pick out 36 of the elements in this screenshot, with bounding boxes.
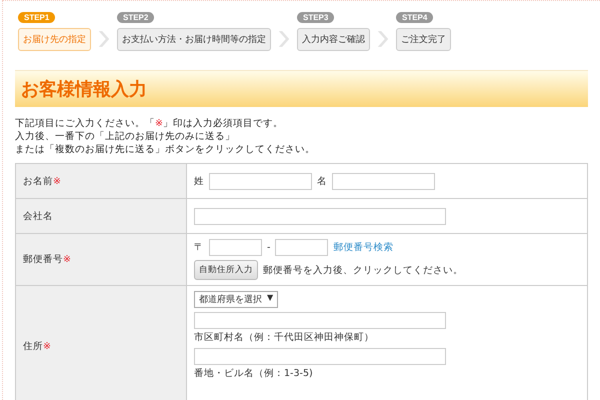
field-label: お名前※ (23, 174, 61, 188)
help-text: 郵便番号を入力後、クリックしてください。 (263, 264, 463, 276)
section-heading: お客様情報入力 (15, 70, 588, 107)
hint-text: 市区町村名（例：千代田区神田神保町） (194, 331, 375, 344)
separator: - (267, 242, 270, 253)
step-label: お支払い方法・お届け時間等の指定 (117, 28, 271, 51)
instruction-text: 入力後、一番下の「上記のお届け先のみに送る」 (15, 130, 236, 143)
instruction-text: 下記項目にご入力ください。「※」印は入力必須項目です。 (15, 117, 284, 130)
last-name-label: 姓 (194, 174, 204, 188)
postal-mark: 〒 (194, 241, 204, 254)
city-field[interactable] (194, 312, 446, 329)
field-label: 郵便番号※ (23, 253, 71, 266)
step-badge: STEP4 (396, 12, 434, 23)
last-name-field[interactable] (209, 172, 312, 190)
chevron-icon (277, 29, 291, 49)
step-label: ご注文完了 (396, 28, 451, 51)
first-name-field[interactable] (332, 172, 435, 190)
chevron-icon (97, 29, 111, 49)
search-link[interactable]: 郵便番号検索 (333, 241, 394, 254)
step-badge: STEP3 (297, 12, 334, 23)
auto-fill-button[interactable]: 自動住所入力 (194, 260, 258, 280)
postal-field[interactable] (209, 239, 262, 256)
company-field[interactable] (194, 208, 446, 224)
instruction-text: または「複数のお届け先に送る」ボタンをクリックしてください。 (15, 143, 316, 156)
step-badge: STEP2 (117, 12, 154, 23)
first-name-label: 名 (317, 174, 327, 188)
step-badge: STEP1 (18, 12, 56, 23)
field-label: 住所※ (23, 340, 51, 352)
chevron-icon (376, 29, 390, 49)
field-label: 会社名 (23, 210, 53, 222)
street-field[interactable] (194, 348, 446, 365)
hint-text: 番地・ビル名（例：1-3-5) (194, 367, 314, 380)
postal-field[interactable] (275, 239, 328, 256)
step-label: お届け先の指定 (18, 28, 91, 51)
prefecture-select[interactable]: 都道府県を選択 ▼ (194, 291, 278, 308)
step-label: 入力内容ご確認 (297, 28, 370, 51)
